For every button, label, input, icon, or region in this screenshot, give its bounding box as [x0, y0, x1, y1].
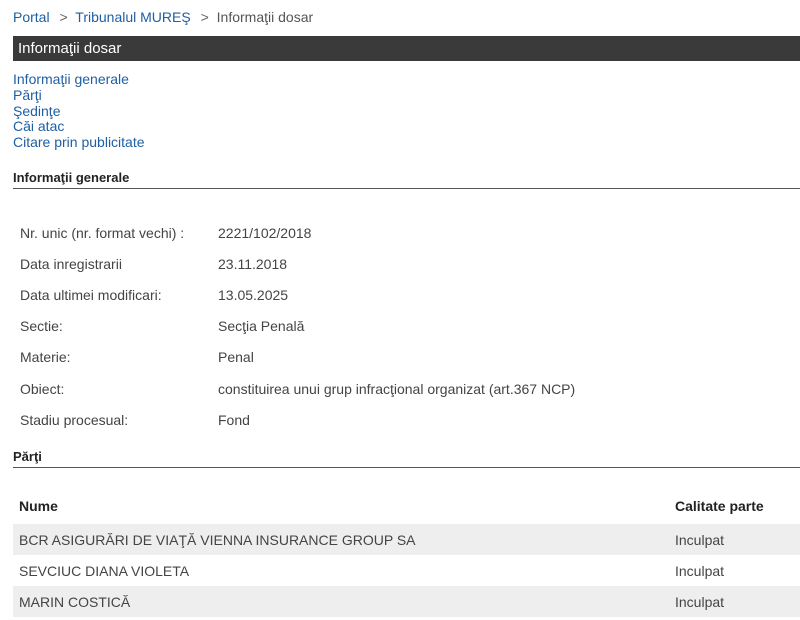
- nav-link-appeals[interactable]: Căi atac: [13, 119, 145, 135]
- info-value: Secţia Penală: [218, 318, 305, 335]
- info-label: Materie:: [20, 349, 71, 366]
- nav-link-general-info[interactable]: Informaţii generale: [13, 71, 145, 88]
- party-role: Inculpat: [675, 532, 725, 548]
- table-row: BCR ASIGURĂRI DE VIAŢĂ VIENNA INSURANCE …: [13, 524, 800, 555]
- party-name: MARIN COSTICĂ: [19, 594, 131, 610]
- party-name: BCR ASIGURĂRI DE VIAŢĂ VIENNA INSURANCE …: [19, 532, 416, 548]
- nav-link-parties[interactable]: Părţi: [13, 87, 145, 104]
- info-value: Fond: [218, 411, 250, 428]
- info-value: constituirea unui grup infracţional orga…: [218, 380, 576, 397]
- breadcrumb-separator: >: [200, 9, 209, 25]
- info-label: Sectie:: [20, 318, 63, 335]
- nav-link-public-summons[interactable]: Citare prin publicitate: [13, 134, 145, 151]
- party-name: SEVCIUC DIANA VIOLETA: [19, 563, 190, 579]
- info-row-object: Obiect: constituirea unui grup infracţio…: [20, 373, 575, 404]
- info-value: 23.11.2018: [218, 255, 288, 272]
- general-info-table: Nr. unic (nr. format vechi) : 2221/102/2…: [20, 217, 575, 435]
- info-row-last-modified: Data ultimei modificari: 13.05.2025: [20, 279, 575, 310]
- info-row-procedural-stage: Stadiu procesual: Fond: [20, 404, 575, 435]
- info-label: Stadiu procesual:: [20, 411, 129, 428]
- parties-table-header: Nume Calitate parte: [13, 492, 800, 520]
- general-info-section-title: Informaţii generale: [13, 170, 800, 189]
- info-value: 13.05.2025: [218, 286, 289, 303]
- info-label: Nr. unic (nr. format vechi) :: [20, 224, 185, 241]
- party-role: Inculpat: [675, 563, 725, 579]
- breadcrumb-court-link[interactable]: Tribunalul MUREŞ: [75, 9, 190, 25]
- info-value: 2221/102/2018: [218, 224, 312, 241]
- info-value: Penal: [218, 349, 254, 366]
- info-row-case-number: Nr. unic (nr. format vechi) : 2221/102/2…: [20, 217, 575, 248]
- info-row-section: Sectie: Secţia Penală: [20, 311, 575, 342]
- breadcrumb-portal-link[interactable]: Portal: [13, 9, 50, 25]
- table-row: SEVCIUC DIANA VIOLETA Inculpat: [13, 555, 800, 586]
- info-row-registration-date: Data inregistrarii 23.11.2018: [20, 248, 575, 279]
- section-nav: Informaţii generale Părţi Şedinţe Căi at…: [13, 71, 145, 151]
- table-row: MARIN COSTICĂ Inculpat: [13, 586, 800, 617]
- parties-section-title: Părţi: [13, 449, 800, 468]
- breadcrumb-current: Informaţii dosar: [216, 9, 314, 25]
- breadcrumb: Portal > Tribunalul MUREŞ > Informaţii d…: [13, 9, 313, 25]
- page-title-bar: Informaţii dosar: [13, 36, 800, 61]
- info-label: Data inregistrarii: [20, 255, 122, 272]
- info-row-matter: Materie: Penal: [20, 342, 575, 373]
- breadcrumb-separator: >: [59, 9, 68, 25]
- column-header-role: Calitate parte: [675, 498, 764, 514]
- nav-link-hearings[interactable]: Şedinţe: [13, 103, 145, 120]
- info-label: Obiect:: [20, 380, 65, 397]
- info-label: Data ultimei modificari:: [20, 286, 162, 303]
- party-role: Inculpat: [675, 594, 725, 610]
- column-header-name: Nume: [19, 498, 58, 514]
